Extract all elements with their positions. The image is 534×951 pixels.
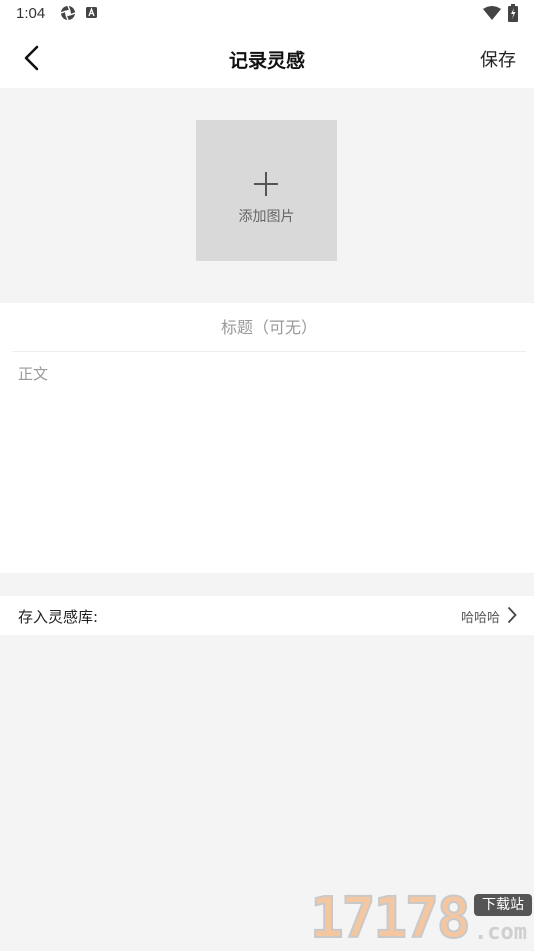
watermark-logo: 17178 下载站 .com bbox=[309, 886, 532, 951]
library-value: 哈哈哈 bbox=[460, 611, 500, 626]
page-title: 记录灵感 bbox=[228, 50, 305, 72]
body-input[interactable] bbox=[18, 363, 518, 563]
app-header: 记录灵感 保存 bbox=[0, 28, 534, 88]
chevron-right-icon bbox=[507, 606, 517, 624]
watermark-digits: 17178 bbox=[309, 886, 472, 951]
watermark-badge: 下载站 bbox=[474, 894, 532, 916]
status-bar: 1:04 bbox=[0, 0, 534, 28]
library-selector[interactable]: 存入灵感库: 哈哈哈 bbox=[0, 596, 534, 635]
note-editor bbox=[0, 303, 534, 573]
add-image-button[interactable]: 添加图片 bbox=[196, 120, 337, 261]
add-image-label: 添加图片 bbox=[238, 209, 295, 225]
aperture-icon bbox=[60, 5, 76, 21]
library-label: 存入灵感库: bbox=[18, 608, 99, 626]
plus-icon bbox=[254, 172, 278, 196]
save-button[interactable]: 保存 bbox=[480, 46, 516, 72]
image-picker-section: 添加图片 bbox=[0, 88, 534, 302]
a-badge-icon bbox=[86, 7, 97, 18]
title-input[interactable] bbox=[12, 303, 526, 352]
battery-charging-icon bbox=[508, 4, 518, 22]
status-time: 1:04 bbox=[16, 5, 46, 22]
wifi-icon bbox=[483, 6, 501, 20]
watermark-domain: .com bbox=[474, 920, 527, 945]
